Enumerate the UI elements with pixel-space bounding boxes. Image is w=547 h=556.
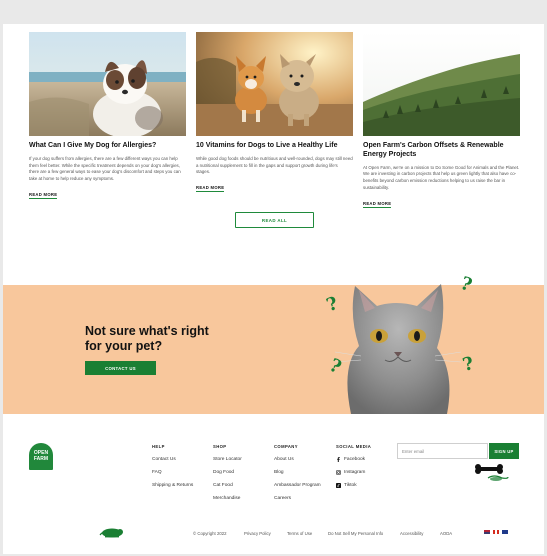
read-more-link[interactable]: READ MORE — [29, 192, 58, 200]
logo-text: FARM — [33, 455, 49, 462]
dogs-running-image[interactable] — [196, 32, 353, 136]
accessibility-link[interactable]: Accessibility — [400, 531, 423, 536]
blog-card[interactable]: Open Farm's Carbon Offsets & Renewable E… — [363, 32, 520, 210]
footer-link[interactable]: Shipping & Returns — [152, 483, 193, 488]
footer-link[interactable]: Dog Food — [213, 470, 242, 475]
facebook-link[interactable]: Facebook — [336, 457, 371, 462]
page: What Can I Give My Dog for Allergies? If… — [3, 24, 544, 554]
bone-illustration-icon — [475, 464, 509, 481]
footer-link[interactable]: Careers — [274, 496, 321, 501]
terms-of-use-link[interactable]: Terms of Use — [287, 531, 312, 536]
contact-us-button[interactable]: CONTACT US — [85, 361, 156, 375]
footer-social-column: SOCIAL MEDIA Facebook Instagram Tiktok — [336, 444, 371, 488]
footer-shop-column: SHOP Store Locator Dog Food Cat Food Mer… — [213, 444, 242, 501]
footer-link[interactable]: Contact Us — [152, 457, 193, 462]
tiktok-label: Tiktok — [344, 483, 357, 488]
post-title[interactable]: What Can I Give My Dog for Allergies? — [29, 142, 186, 151]
tiktok-link[interactable]: Tiktok — [336, 483, 371, 488]
footer-link[interactable]: Ambassador Program — [274, 483, 321, 488]
footer-link[interactable]: Store Locator — [213, 457, 242, 462]
read-more-link[interactable]: READ MORE — [196, 185, 225, 193]
privacy-policy-link[interactable]: Privacy Policy — [244, 531, 271, 536]
column-heading: SOCIAL MEDIA — [336, 444, 372, 449]
sleeping-dog-icon — [99, 528, 123, 538]
open-farm-logo[interactable]: OPEN FARM — [29, 443, 53, 470]
footer-link[interactable]: About Us — [274, 457, 321, 462]
post-excerpt: At Open Farm, we're on a mission to Do S… — [363, 164, 520, 190]
cat-image — [321, 256, 471, 414]
email-field[interactable]: Enter email — [397, 443, 488, 459]
footer-link[interactable]: Blog — [274, 470, 321, 475]
column-heading: COMPANY — [274, 444, 298, 449]
dog-image[interactable] — [29, 32, 186, 136]
column-heading: SHOP — [213, 444, 227, 449]
post-excerpt: While good dog foods should be nutritiou… — [196, 155, 353, 175]
tiktok-icon — [336, 483, 341, 488]
do-not-sell-link[interactable]: Do Not Sell My Personal Info — [328, 531, 383, 536]
footer-link[interactable]: FAQ — [152, 470, 193, 475]
forest-image[interactable] — [363, 32, 520, 136]
us-flag-icon[interactable] — [484, 530, 490, 534]
instagram-label: Instagram — [344, 470, 366, 475]
read-all-button[interactable]: READ ALL — [235, 212, 314, 228]
region-selector[interactable] — [484, 530, 508, 534]
footer-link[interactable]: Cat Food — [213, 483, 242, 488]
footer-link[interactable]: Merchandise — [213, 496, 242, 501]
post-excerpt: If your dog suffers from allergies, ther… — [29, 155, 181, 182]
read-more-link[interactable]: READ MORE — [363, 201, 392, 208]
facebook-label: Facebook — [344, 457, 366, 462]
canada-flag-icon[interactable] — [493, 530, 499, 534]
footer-help-column: HELP Contact Us FAQ Shipping & Returns — [152, 444, 193, 488]
blog-card[interactable]: What Can I Give My Dog for Allergies? If… — [29, 32, 186, 201]
instagram-icon — [336, 470, 341, 475]
post-title[interactable]: Open Farm's Carbon Offsets & Renewable E… — [363, 142, 520, 160]
blog-card[interactable]: 10 Vitamins for Dogs to Live a Healthy L… — [196, 32, 353, 194]
footer-company-column: COMPANY About Us Blog Ambassador Program… — [274, 444, 321, 501]
column-heading: HELP — [152, 444, 165, 449]
promo-title: Not sure what's right for your pet? — [85, 324, 209, 354]
aoda-link[interactable]: AODA — [440, 531, 452, 536]
australia-flag-icon[interactable] — [502, 530, 508, 534]
post-title[interactable]: 10 Vitamins for Dogs to Live a Healthy L… — [196, 142, 353, 151]
sign-up-button[interactable]: SIGN UP — [489, 443, 519, 459]
copyright-text: © Copyright 2022 — [193, 531, 227, 536]
instagram-link[interactable]: Instagram — [336, 470, 371, 475]
facebook-icon — [337, 457, 340, 462]
